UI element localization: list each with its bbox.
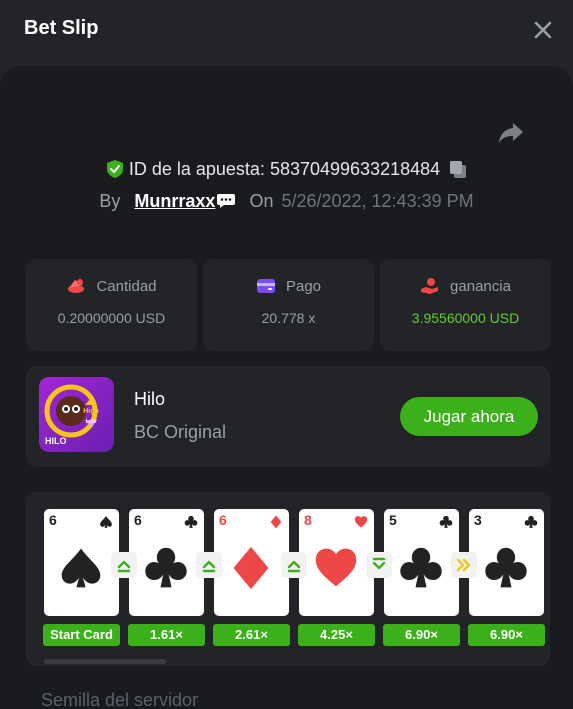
- on-label: On: [249, 190, 274, 211]
- spade-icon: [61, 548, 101, 588]
- skip-arrows-icon: [456, 558, 471, 572]
- game-card: High Low HILO Hilo BC Original Jugar aho…: [26, 366, 550, 467]
- club-icon: [439, 515, 453, 528]
- multiplier-badge: 1.61×: [128, 624, 205, 646]
- bet-id-row: ID de la apuesta: 58370499633218484: [0, 158, 573, 180]
- card-rank: 6: [134, 512, 142, 528]
- coins-icon: [68, 279, 85, 294]
- playing-card: 8: [299, 509, 374, 616]
- playing-card: 3: [469, 509, 544, 616]
- skip-guess-indicator: [451, 552, 477, 578]
- bet-id-label: ID de la apuesta:: [128, 158, 265, 179]
- playing-card: 6: [44, 509, 119, 616]
- multiplier-badge: 4.25×: [298, 624, 375, 646]
- playing-card: 6: [214, 509, 289, 616]
- multiplier-badge: 6.90×: [468, 624, 545, 646]
- club-icon: [184, 515, 198, 528]
- game-name: Hilo: [134, 389, 166, 409]
- header: Bet Slip: [0, 0, 573, 62]
- bet-byline: By Munrraxx On 5/26/2022, 12:43:39 PM: [0, 190, 573, 212]
- stat-amount: Cantidad 0.20000000 USD: [26, 259, 197, 351]
- share-icon[interactable]: [497, 120, 525, 146]
- card-rank: 3: [474, 512, 482, 528]
- stat-amount-value: 0.20000000 USD: [57, 310, 166, 326]
- close-icon[interactable]: [532, 19, 554, 41]
- stat-profit-value: 3.95560000 USD: [411, 310, 520, 326]
- hand-coin-icon: [421, 278, 439, 295]
- horizontal-scrollbar[interactable]: [44, 659, 166, 664]
- heart-icon: [315, 548, 357, 587]
- card-history[interactable]: 6 Start Card 6 1.61× 6 2.61× 8 4.25× 5 6.90× 3 6.90…: [26, 492, 550, 666]
- multiplier-badge: 6.90×: [383, 624, 460, 646]
- shield-check-icon: [106, 160, 123, 179]
- card-rank: 8: [304, 512, 312, 528]
- higher-arrow-icon: [202, 560, 216, 573]
- stat-profit: ganancia 3.95560000 USD: [380, 259, 551, 351]
- stat-profit-label: ganancia: [450, 277, 511, 295]
- hilo-logo-icon: High Low HILO: [44, 384, 99, 446]
- higher-guess-indicator: [281, 552, 307, 578]
- diamond-icon: [233, 546, 269, 590]
- lower-guess-indicator: [366, 552, 392, 578]
- playing-card: 6: [129, 509, 204, 616]
- diamond-icon: [270, 515, 282, 529]
- bet-detail-panel: ID de la apuesta: 58370499633218484 By Mu…: [0, 66, 573, 709]
- club-icon: [145, 547, 187, 588]
- stat-payout: Pago 20.778 x: [203, 259, 374, 351]
- club-icon: [400, 547, 442, 588]
- club-icon: [524, 515, 538, 528]
- playing-card: 5: [384, 509, 459, 616]
- dialog-title: Bet Slip: [24, 17, 99, 39]
- thumb-high-label: High: [83, 408, 99, 415]
- multiplier-badge: 2.61×: [213, 624, 290, 646]
- higher-arrow-icon: [287, 560, 301, 573]
- lower-arrow-icon: [372, 557, 386, 570]
- heart-icon: [354, 516, 368, 528]
- game-subtitle: BC Original: [134, 422, 227, 442]
- card-rank: 5: [389, 512, 397, 528]
- spade-icon: [100, 516, 112, 528]
- thumb-label: HILO: [45, 436, 67, 446]
- multiplier-badge: Start Card: [43, 624, 120, 646]
- server-seed-label: Semilla del servidor: [41, 690, 199, 709]
- copy-icon[interactable]: [448, 159, 468, 179]
- stat-payout-label: Pago: [285, 277, 322, 295]
- play-now-button[interactable]: Jugar ahora: [400, 397, 538, 436]
- bet-id-value: 58370499633218484: [269, 158, 441, 179]
- by-label: By: [99, 190, 121, 211]
- thumb-low-label: Low: [85, 419, 97, 425]
- stat-amount-label: Cantidad: [96, 277, 157, 295]
- card-rank: 6: [219, 512, 227, 528]
- game-thumbnail[interactable]: High Low HILO: [39, 377, 114, 452]
- club-icon: [485, 547, 527, 588]
- stat-payout-value: 20.778 x: [261, 310, 316, 326]
- wallet-icon: [256, 279, 275, 294]
- username-link[interactable]: Munrraxx: [134, 191, 215, 212]
- bet-datetime: 5/26/2022, 12:43:39 PM: [281, 190, 474, 211]
- chat-icon[interactable]: [217, 194, 236, 209]
- card-rank: 6: [49, 512, 57, 528]
- higher-guess-indicator: [196, 552, 222, 578]
- higher-arrow-icon: [117, 560, 131, 573]
- higher-guess-indicator: [111, 552, 137, 578]
